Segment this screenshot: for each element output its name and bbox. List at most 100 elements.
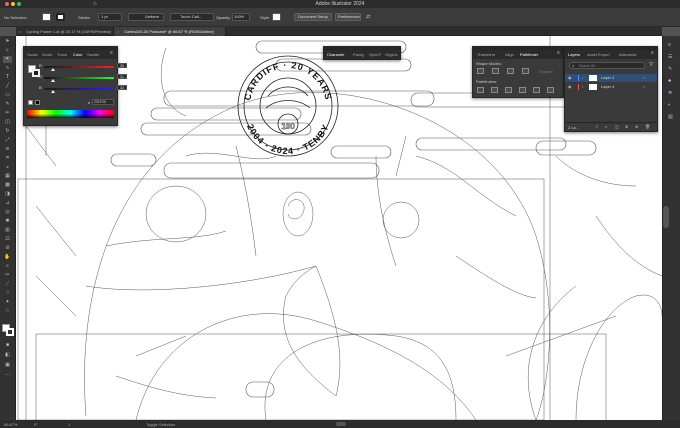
graphic-style-swatch[interactable] — [272, 13, 281, 21]
type-tool-icon[interactable]: T — [3, 74, 12, 81]
tab-opentype[interactable]: OpenT — [369, 52, 381, 57]
tab-pathfinder[interactable]: Pathfinder — [520, 52, 538, 57]
red-knob[interactable] — [51, 68, 55, 71]
visibility-eye-icon[interactable]: ◉ — [568, 74, 572, 82]
vertical-scrollbar-thumb[interactable] — [663, 206, 669, 228]
exclude-button[interactable] — [522, 68, 529, 74]
tab-transform[interactable]: Transform — [477, 52, 495, 57]
black-swatch[interactable] — [35, 100, 40, 105]
pencil-tool-icon[interactable]: ✏ — [3, 110, 12, 117]
color-mode-icon[interactable]: ■ — [3, 342, 12, 349]
tab-asset-export[interactable]: Asset Export — [587, 52, 610, 57]
draw-mode-icon[interactable]: ◧ — [3, 352, 12, 359]
perspective-grid-tool-icon[interactable]: ▦ — [3, 173, 12, 180]
more-tools-icon[interactable]: ··· — [3, 372, 12, 379]
shape-builder-tool-icon[interactable]: ◒ — [3, 164, 12, 171]
layer-row[interactable]: ◉ › Layer 2 ○ — [565, 74, 657, 82]
screen-mode-icon[interactable]: ▣ — [3, 362, 12, 369]
brushes-icon[interactable]: ✎ — [668, 66, 672, 72]
graph-tool-icon[interactable]: ▥ — [3, 227, 12, 234]
clipping-mask-icon[interactable]: ◫ — [615, 124, 619, 129]
knife-tool-icon[interactable]: ⟋ — [3, 281, 12, 288]
tab-color[interactable]: Color — [73, 52, 83, 57]
preferences-button[interactable]: Preferences — [335, 13, 361, 21]
panel-menu-icon[interactable]: ≡ — [110, 50, 113, 56]
locate-object-icon[interactable]: ⌕ — [605, 124, 607, 129]
expand-arrow-icon[interactable]: › — [582, 83, 583, 91]
green-value[interactable]: 31 — [117, 74, 127, 79]
minus-front-button[interactable] — [492, 68, 499, 74]
stroke-panel-icon[interactable]: ≣ — [668, 90, 672, 96]
tab-paragraph[interactable]: Parag — [353, 52, 364, 57]
selection-tool-icon[interactable]: ➤ — [3, 38, 12, 45]
tab-character[interactable]: Character — [327, 52, 345, 57]
close-tab-icon[interactable]: × — [19, 27, 21, 36]
eraser-tool-icon[interactable]: ◫ — [3, 119, 12, 126]
new-layer-icon[interactable]: ⊕ — [635, 124, 638, 129]
line-tool-icon[interactable]: ╱ — [3, 83, 12, 90]
blend-tool-icon[interactable]: ◎ — [3, 209, 12, 216]
visibility-eye-icon[interactable]: ◉ — [568, 83, 572, 91]
rectangle-tool-icon[interactable]: ▭ — [3, 92, 12, 99]
trim-button[interactable] — [491, 87, 498, 93]
intersect-button[interactable] — [507, 68, 514, 74]
properties-icon[interactable]: ≡ — [668, 42, 671, 48]
zoom-level[interactable]: 66.67% — [4, 422, 18, 427]
layer-name[interactable]: Layer 4 — [601, 83, 614, 91]
star-tool-icon[interactable]: ☆ — [3, 308, 12, 315]
lasso-tool-icon[interactable]: ○ — [3, 290, 12, 297]
tab-artboards[interactable]: Artboards — [619, 52, 636, 57]
tab-swatch-libraries[interactable]: Swatel — [87, 52, 99, 57]
target-icon[interactable]: ○ — [643, 74, 645, 82]
tab-gradient[interactable]: Gradi — [42, 52, 52, 57]
tab-glyphs[interactable]: Glyphs — [385, 52, 397, 57]
tab-layers[interactable]: Layers — [568, 52, 580, 57]
collect-export-icon[interactable]: ⇪ — [595, 124, 598, 129]
blue-value[interactable]: 32 — [117, 85, 127, 90]
stroke-color-swatch[interactable] — [6, 328, 14, 336]
trash-icon[interactable]: 🗑 — [645, 124, 650, 129]
color-spectrum[interactable] — [27, 110, 114, 118]
arrange-icon[interactable]: ⇄ — [366, 14, 370, 20]
zoom-tool-icon[interactable]: ⌕ — [3, 263, 12, 270]
rotate-tool-icon[interactable]: ↻ — [3, 128, 12, 135]
artboard-tool-icon[interactable]: ⊡ — [3, 236, 12, 243]
fill-swatch[interactable] — [42, 13, 51, 21]
opacity-field[interactable]: 100% — [232, 13, 250, 21]
tab-cycling-poster[interactable]: × Cycling Poster 1.ai @ 25.17 % (CMYK/Pre… — [16, 27, 114, 36]
tab-transparency[interactable]: Trans — [57, 52, 67, 57]
outline-button[interactable] — [533, 87, 540, 93]
new-sublayer-icon[interactable]: ⊞ — [625, 124, 628, 129]
target-icon[interactable]: ○ — [643, 83, 645, 91]
hex-field[interactable]: 231F20 — [92, 99, 114, 105]
tab-postcard[interactable]: × Cartes100-20 Postcard* @ 66.67 % (RGB/O… — [114, 27, 226, 36]
layer-row[interactable]: ◉ › Layer 4 ○ — [565, 83, 657, 91]
mesh-tool-icon[interactable]: ▩ — [3, 182, 12, 189]
blue-knob[interactable] — [51, 90, 55, 93]
horizontal-scrollbar-thumb[interactable] — [336, 422, 346, 426]
unite-button[interactable] — [477, 68, 484, 74]
scissors-tool-icon[interactable]: ✂ — [3, 272, 12, 279]
filter-icon[interactable]: ⛛ — [649, 62, 653, 68]
divide-button[interactable] — [477, 87, 484, 93]
stroke-swatch[interactable] — [56, 13, 65, 21]
merge-button[interactable] — [505, 87, 512, 93]
minus-back-button[interactable] — [547, 87, 554, 93]
libraries-icon[interactable]: ☰ — [668, 54, 672, 60]
paintbrush-tool-icon[interactable]: ✎ — [3, 101, 12, 108]
magic-wand-tool-icon[interactable]: ✦ — [3, 299, 12, 306]
document-setup-button[interactable]: Document Setup — [294, 13, 332, 21]
slice-tool-icon[interactable]: ⊘ — [3, 245, 12, 252]
symbols-icon[interactable]: ♣ — [668, 78, 671, 84]
tab-swatches[interactable]: Swatc — [27, 52, 38, 57]
red-value[interactable]: 35 — [117, 63, 127, 68]
curvature-tool-icon[interactable]: ∿ — [3, 65, 12, 72]
crop-button[interactable] — [519, 87, 526, 93]
stroke-profile-dropdown[interactable]: Uniform — [128, 13, 164, 21]
graphic-styles-icon[interactable]: ▧ — [668, 114, 673, 120]
panel-menu-icon[interactable]: ≡ — [651, 50, 654, 56]
gradient-tool-icon[interactable]: ◨ — [3, 191, 12, 198]
symbol-sprayer-tool-icon[interactable]: ✺ — [3, 218, 12, 225]
expand-button[interactable]: Expand — [539, 69, 553, 74]
panel-menu-icon[interactable]: ≡ — [557, 50, 560, 56]
